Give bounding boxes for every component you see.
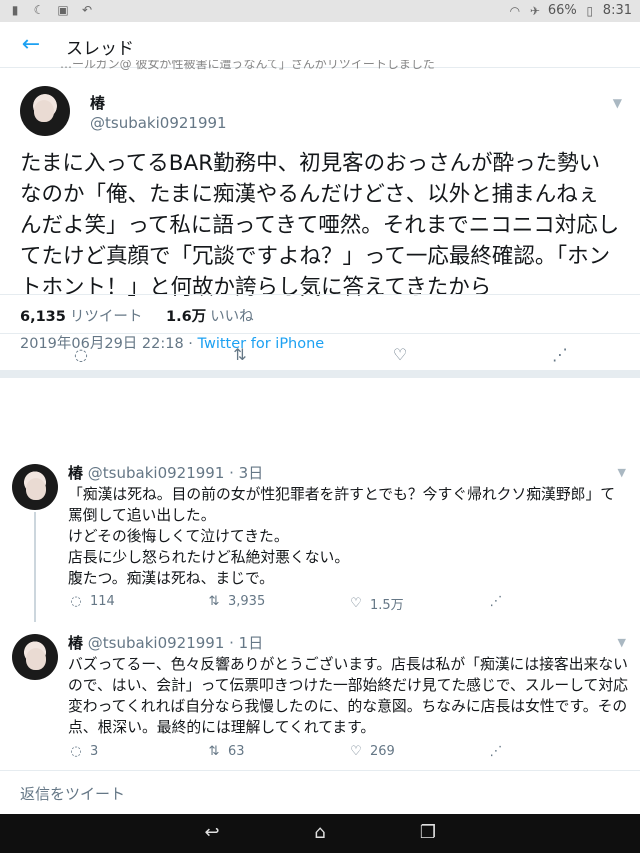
retweet-icon[interactable]: ⇅: [229, 344, 251, 366]
reply-time: · 1日: [224, 634, 264, 652]
like-button[interactable]: ♡ 1.5万: [348, 594, 404, 613]
avatar[interactable]: [12, 634, 58, 680]
reply-text: 「痴漢は死ね。目の前の女が性犯罪者を許すとでも？今すぐ帰れクソ痴漢野郎」て罵倒し…: [68, 486, 616, 587]
reply-composer[interactable]: 返信をツイート: [0, 770, 640, 814]
like-icon[interactable]: ♡: [389, 344, 411, 366]
thread-line: [34, 512, 36, 622]
like-icon: ♡: [350, 596, 362, 611]
reply-actions: ◌ 3 ⇅ 63 ♡ 269 ⋰: [68, 744, 628, 764]
retweeted-by-line: …ールガン@ 彼女が性被害に遭うなんて」さんがリツイートしました: [60, 60, 435, 71]
wifi-icon: ◠: [509, 3, 521, 18]
share-icon: ⋰: [489, 744, 503, 759]
moon-icon: ☾: [33, 3, 45, 17]
reply-button[interactable]: ◌ 114: [68, 594, 115, 609]
like-label: いいね: [210, 309, 254, 325]
like-stat[interactable]: 1.6万 いいね: [166, 305, 254, 326]
status-bar: ▮ ☾ ▣ ↶ ◠ ✈ 66% ▯ 8:31: [0, 0, 640, 22]
avatar[interactable]: [20, 86, 70, 136]
reply-actions: ◌ 114 ⇅ 3,935 ♡ 1.5万 ⋰: [68, 594, 628, 614]
page-title: スレッド: [66, 39, 134, 59]
retweet-label: リツイート: [69, 309, 143, 325]
tweet-text: たまに入ってるBAR勤務中、初見客のおっさんが酔った勢いなのか「俺、たまに痴漢や…: [20, 151, 620, 300]
reply-count: 3: [90, 744, 99, 759]
reply-icon: ◌: [70, 744, 82, 759]
chevron-down-icon[interactable]: ▼: [613, 96, 622, 110]
tweet-actions: ◌ ⇅ ♡ ⋰: [0, 334, 640, 378]
like-icon: ♡: [350, 744, 362, 759]
reply-button[interactable]: ◌ 3: [68, 744, 98, 759]
author-handle[interactable]: @tsubaki0921991: [88, 634, 225, 652]
share-button[interactable]: ⋰: [488, 594, 504, 609]
retweet-button[interactable]: ⇅ 63: [206, 744, 245, 759]
retweet-count: 3,935: [228, 594, 266, 609]
battery-icon: ▯: [586, 3, 594, 18]
author-handle[interactable]: @tsubaki0921991: [90, 114, 227, 132]
like-button[interactable]: ♡ 269: [348, 744, 395, 759]
reply-tweet[interactable]: 椿 @tsubaki0921991 · 3日 ▼ 「痴漢は死ね。目の前の女が性犯…: [0, 452, 640, 622]
retweet-icon: ⇅: [208, 594, 220, 609]
like-count: 1.6万: [166, 309, 207, 325]
retweet-count: 63: [228, 744, 245, 759]
avatar[interactable]: [12, 464, 58, 510]
reply-icon[interactable]: ◌: [70, 344, 92, 366]
author-handle[interactable]: @tsubaki0921991: [88, 464, 225, 482]
share-icon: ⋰: [489, 594, 503, 609]
battery-level: 66%: [547, 3, 577, 18]
retweet-count: 6,135: [20, 309, 66, 325]
photo-icon: ▣: [57, 3, 69, 17]
back-arrow-icon[interactable]: ←: [18, 32, 44, 58]
chevron-down-icon[interactable]: ▼: [618, 466, 626, 479]
back-arrow-icon: ↶: [81, 3, 93, 17]
chevron-down-icon[interactable]: ▼: [618, 636, 626, 649]
reply-header: 椿 @tsubaki0921991 · 1日: [68, 632, 263, 653]
reply-time: · 3日: [224, 464, 264, 482]
author-name[interactable]: 椿: [90, 92, 105, 113]
author-name[interactable]: 椿: [68, 464, 83, 482]
share-button[interactable]: ⋰: [488, 744, 504, 759]
reply-input[interactable]: 返信をツイート: [20, 783, 125, 804]
retweet-button[interactable]: ⇅ 3,935: [206, 594, 266, 609]
back-icon[interactable]: ↩: [200, 821, 224, 845]
like-count: 1.5万: [370, 598, 404, 613]
reply-header: 椿 @tsubaki0921991 · 3日: [68, 462, 263, 483]
tweet-stats: 6,135 リツイート 1.6万 いいね: [0, 294, 640, 334]
retweet-stat[interactable]: 6,135 リツイート: [20, 305, 142, 326]
like-count: 269: [370, 744, 395, 759]
reply-tweet[interactable]: 椿 @tsubaki0921991 · 1日 ▼ バズってるー、色々反響ありがと…: [0, 622, 640, 768]
retweet-icon: ⇅: [208, 744, 220, 759]
recent-apps-icon[interactable]: ❐: [416, 821, 440, 845]
system-nav-bar: ↩ ⌂ ❐: [0, 814, 640, 853]
reply-icon: ◌: [70, 594, 82, 609]
reply-count: 114: [90, 594, 115, 609]
author-name[interactable]: 椿: [68, 634, 83, 652]
clock: 8:31: [602, 3, 632, 18]
share-icon[interactable]: ⋰: [549, 344, 571, 366]
reply-text: バズってるー、色々反響ありがとうございます。店長は私が「痴漢には接客出来ないので…: [68, 656, 628, 736]
home-icon[interactable]: ⌂: [308, 821, 332, 845]
notification-icon: ▮: [11, 3, 19, 17]
airplane-icon: ✈: [529, 3, 540, 18]
